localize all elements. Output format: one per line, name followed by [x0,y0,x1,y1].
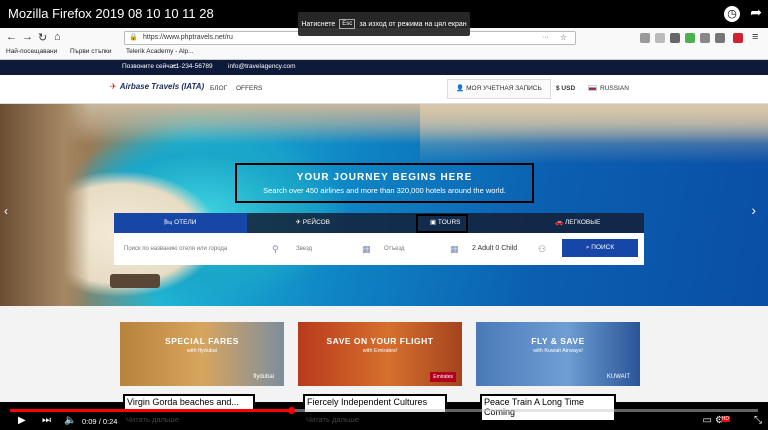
offer-card-title: SAVE ON YOUR FLIGHT [326,336,434,346]
screenshot-icon[interactable] [670,33,680,43]
search-form: Поиск по названию отеля или города ⚲ Зве… [114,233,644,265]
logo-text: Airbase Travels [119,82,180,91]
time-current: 0:09 [82,417,97,426]
extension-icon-3[interactable] [715,33,725,43]
url-text: https://www.phptravels.net/ru [143,34,233,41]
location-icon: ⚲ [272,244,279,254]
email-link[interactable]: info@travelagency.com [228,63,296,70]
bookmark-getting-started[interactable]: Първи стъпки [70,48,112,55]
logo-suffix: (IATA) [181,82,205,91]
site-header: ✈ Airbase Travels (IATA) БЛОГ OFFERS 👤 МО… [0,75,768,104]
fullscreen-exit-icon[interactable]: ⤡ [754,415,762,426]
tab-hotels[interactable]: 🛏 ОТЕЛИ [114,213,247,233]
back-icon[interactable]: ← [6,31,17,43]
extension-icon-2[interactable] [700,33,710,43]
offer-card[interactable]: SPECIAL FARES with flydubai flydubai [120,322,284,386]
calendar-icon: ▦ [362,244,371,254]
watch-later-icon[interactable]: ◷ [724,6,740,22]
offer-card-sub: with flydubai [186,348,218,354]
hero-textbox: YOUR JOURNEY BEGINS HERE Search over 450… [235,163,534,203]
forward-icon[interactable]: → [22,31,33,43]
site-logo[interactable]: ✈ Airbase Travels (IATA) [110,82,204,91]
hd-badge: HD [720,416,730,422]
hero-cliffs-right [420,104,768,164]
menu-icon[interactable]: ≡ [752,31,758,43]
tab-flights[interactable]: ✈ РЕЙСОВ [247,213,380,233]
guests-input[interactable]: 2 Adult 0 Child [472,233,542,265]
hero-shipwreck [110,274,160,288]
time-total: 0:24 [102,417,118,426]
lock-icon: 🔒 [129,34,138,41]
language-label: RUSSIAN [600,85,629,92]
language-selector[interactable]: RUSSIAN [588,79,640,99]
search-tabs: 🛏 ОТЕЛИ ✈ РЕЙСОВ ▣ TOURS 🚗 ЛЕГКОВЫЕ [114,213,644,233]
logo-plane-icon: ✈ [110,82,117,91]
russia-flag-icon [588,85,597,92]
tab-cars[interactable]: 🚗 ЛЕГКОВЫЕ [512,213,645,233]
offer-card-title: SPECIAL FARES [165,336,239,346]
calendar-icon-2: ▦ [450,244,459,254]
fullscreen-hint-before: Натиснете [301,20,336,28]
offer-card-sub: with Kuwait Airways! [533,348,583,354]
share-icon[interactable]: ➦ [750,4,762,21]
nav-blog[interactable]: БЛОГ [210,85,227,92]
video-time: 0:09 / 0:24 [82,417,118,426]
tab-hotels-label: ОТЕЛИ [174,219,197,226]
search-button-label: ПОИСК [591,244,615,251]
nav-offers[interactable]: OFFERS [236,85,262,92]
home-icon[interactable]: ⌂ [54,31,61,43]
video-scrubber-handle[interactable] [287,407,295,414]
currency-selector[interactable]: $ USD [556,79,586,99]
checkin-input[interactable]: Звезд [296,233,356,265]
phone-label: Позвоните сейчас: [122,63,179,70]
adblock-icon[interactable] [733,33,743,43]
video-controls: ▶ ⏭ 🔈 0:09 / 0:24 ▭ ⚙ HD ⤡ [0,414,768,430]
currency-label: USD [561,85,576,92]
next-icon[interactable]: ⏭ [42,415,51,426]
volume-icon[interactable]: 🔈 [64,415,76,426]
fullscreen-hint-key: Esc [339,19,356,29]
bookmarks-bar: Най-посещавани Първи стъпки Telerik Acad… [0,46,768,59]
offer-card-brand: flydubai [253,374,274,380]
sidebar-icon[interactable] [655,33,665,43]
user-icon: ⚇ [538,244,547,254]
checkout-input[interactable]: Отъезд [384,233,444,265]
hero-cliffs-left [0,104,90,306]
bookmark-most-visited[interactable]: Най-посещавани [6,48,57,55]
fullscreen-hint-after: за изход от режима на цял екран [359,20,467,28]
tab-flights-label: РЕЙСОВ [302,219,331,226]
hero-subtitle: Search over 450 airlines and more than 3… [263,186,506,195]
video-progress-bar[interactable] [10,407,758,414]
hero-banner: ‹ › YOUR JOURNEY BEGINS HERE Search over… [0,104,768,306]
offer-card-brand: Emirates [430,372,456,382]
account-label: МОЯ УЧЕТНАЯ ЗАПИСЬ [466,85,542,92]
captions-icon[interactable]: ▭ [703,415,712,426]
play-icon[interactable]: ▶ [18,415,26,426]
hero-prev-icon[interactable]: ‹ [4,204,8,218]
phone-number[interactable]: +1-234-56789 [172,63,213,70]
reload-icon[interactable]: ↻ [38,31,47,44]
bookmark-telerik[interactable]: Telerik Academy - Alp... [126,48,194,55]
offer-card-brand: KUWAIT [606,374,630,380]
fullscreen-hint: Натиснете Esc за изход от режима на цял … [298,12,470,36]
offer-card[interactable]: FLY & SAVE with Kuwait Airways! KUWAIT [476,322,640,386]
video-progress-fill [10,409,291,412]
video-title: Mozilla Firefox 2019 08 10 10 11 28 [8,6,214,21]
bookmark-star-icon[interactable]: ☆ [560,32,567,44]
site-topbar: Позвоните сейчас: +1-234-56789 info@trav… [0,60,768,75]
offers-section: SPECIAL FARES with flydubai flydubai SAV… [0,306,768,402]
tours-highlight-box [416,214,468,233]
page-actions-icon[interactable]: ··· [542,32,549,44]
offer-card[interactable]: SAVE ON YOUR FLIGHT with Emirates! Emira… [298,322,462,386]
offer-card-title: FLY & SAVE [531,336,585,346]
library-icon[interactable] [640,33,650,43]
destination-input[interactable]: Поиск по названию отеля или города [124,233,274,265]
tab-cars-label: ЛЕГКОВЫЕ [565,219,601,226]
account-button[interactable]: 👤 МОЯ УЧЕТНАЯ ЗАПИСЬ [447,79,551,99]
search-button[interactable]: ⌕ ПОИСК [562,239,638,257]
offer-card-sub: with Emirates! [362,348,398,354]
hero-next-icon[interactable]: › [751,202,756,218]
extension-icon[interactable] [685,33,695,43]
hero-title: YOUR JOURNEY BEGINS HERE [296,172,473,183]
